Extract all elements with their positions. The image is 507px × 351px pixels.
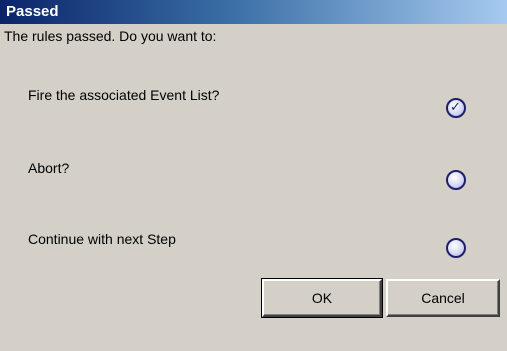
option-label-continue-next-step: Continue with next Step	[28, 231, 176, 247]
prompt-text: The rules passed. Do you want to:	[4, 28, 217, 44]
radio-fire-event-list[interactable]: ✓	[446, 98, 466, 118]
cancel-button[interactable]: Cancel	[386, 279, 500, 317]
radio-continue-next-step[interactable]	[446, 238, 466, 258]
dialog-title: Passed	[6, 3, 59, 20]
ok-button[interactable]: OK	[261, 278, 383, 318]
radio-checked-icon: ✓	[450, 100, 461, 115]
radio-abort[interactable]	[446, 170, 466, 190]
option-label-abort: Abort?	[28, 160, 70, 176]
option-label-fire-event-list: Fire the associated Event List?	[28, 87, 220, 103]
title-bar[interactable]: Passed	[0, 0, 507, 24]
passed-dialog: Passed The rules passed. Do you want to:…	[0, 0, 507, 351]
